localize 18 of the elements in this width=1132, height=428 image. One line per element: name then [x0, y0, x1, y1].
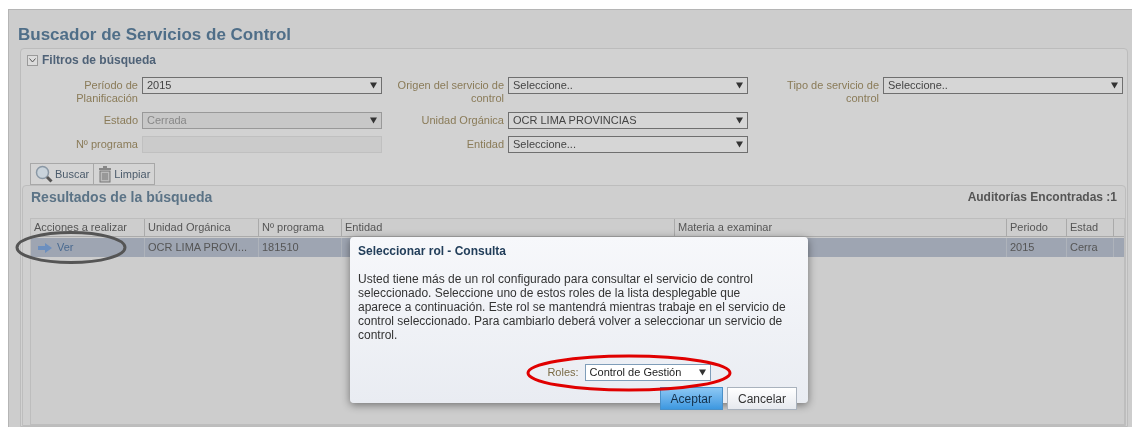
field-label: Origen del servicio de control — [396, 78, 504, 105]
table-cell-text: 181510 — [262, 240, 299, 256]
field-label: Nº programa — [74, 137, 138, 152]
field-label: Tipo de servicio de control — [786, 78, 879, 105]
table-cell-text: Cerra — [1070, 240, 1098, 256]
field-label: Entidad — [465, 137, 504, 152]
dialog-message: Usted tiene más de un rol configurado para consultar el servicio de control seleccionado. Seleccione uno de estos roles de la lista desplegable que aparece a continuación. Este rol se mantendrá mientras trabaje en el servicio de control seleccionado. Para cambiarlo deberá volver a seleccionar un servicio de control. — [358, 272, 787, 342]
field-label: Unidad Orgánica — [420, 113, 504, 128]
results-count: Auditorías Encontradas :1 — [967, 189, 1117, 206]
field-label: Roles: — [547, 365, 579, 381]
field-label: Estado — [102, 113, 138, 128]
section-title: Resultados de la búsqueda — [31, 187, 213, 207]
table-cell-text: 2015 — [1010, 240, 1035, 256]
section-title: Filtros de búsqueda — [42, 52, 156, 69]
page-title: Buscador de Servicios de Control — [18, 24, 292, 46]
field-label: Período de Planificación — [75, 78, 138, 105]
dialog-title: Seleccionar rol - Consulta — [358, 243, 508, 260]
table-cell-text: OCR LIMA PROVI... — [148, 240, 248, 256]
